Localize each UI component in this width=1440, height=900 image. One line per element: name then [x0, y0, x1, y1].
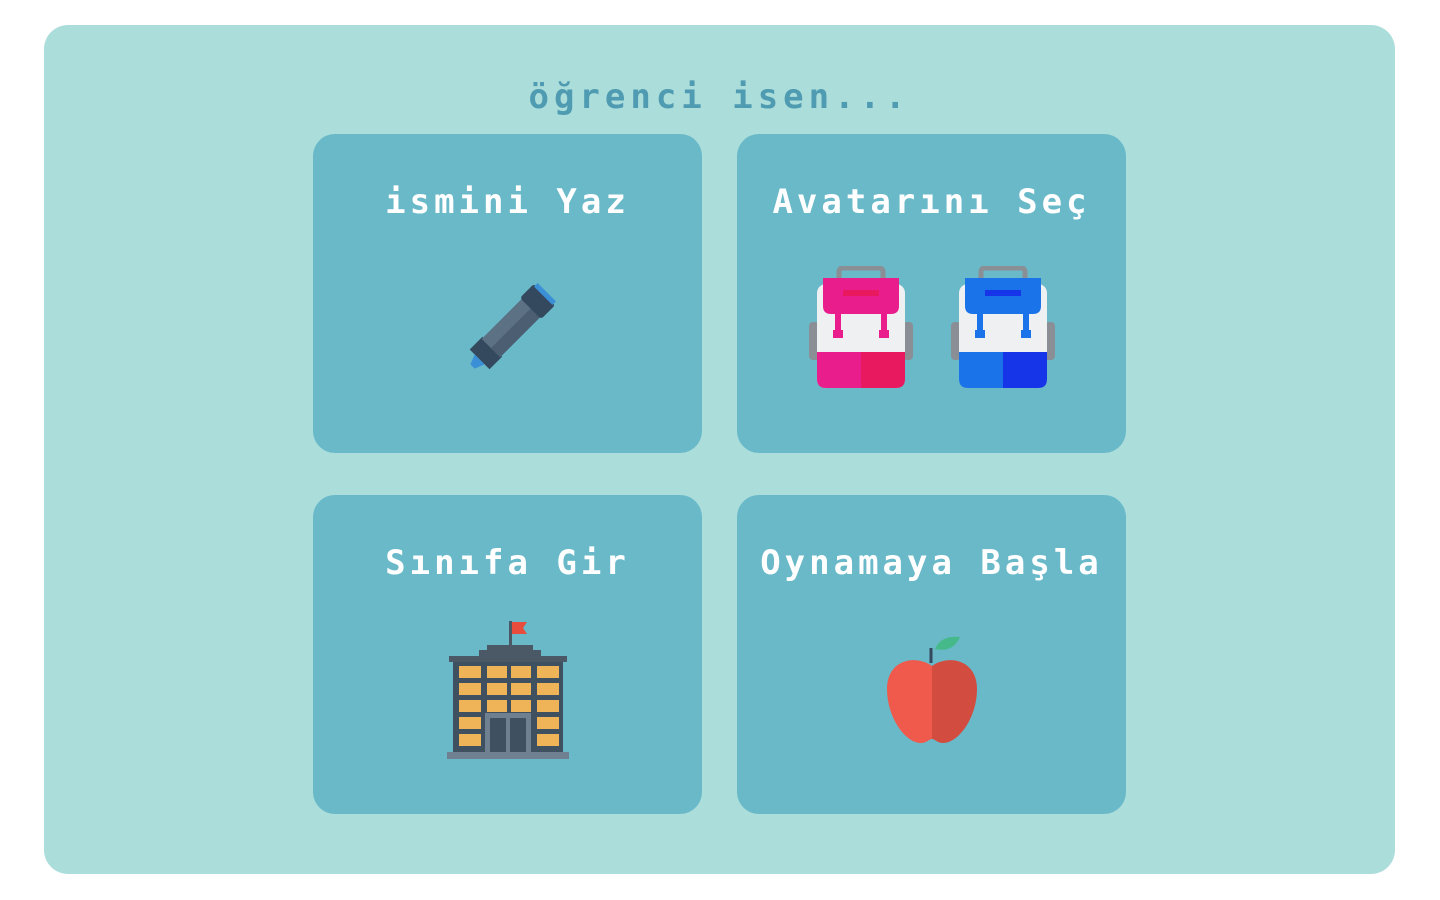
main-panel: öğrenci isen...	[44, 25, 1395, 874]
enter-class-label: Sınıfa Gir	[385, 543, 630, 583]
choose-avatar-card[interactable]: Avatarını Seç	[737, 134, 1126, 453]
page-title: öğrenci isen...	[528, 77, 911, 117]
apple-icon	[887, 636, 977, 743]
start-playing-label: Oynamaya Başla	[760, 543, 1103, 583]
enter-class-card[interactable]: Sınıfa Gir	[313, 495, 702, 814]
enter-name-card[interactable]: ismini Yaz	[313, 134, 702, 453]
choose-avatar-label: Avatarını Seç	[772, 182, 1091, 222]
enter-name-label: ismini Yaz	[385, 182, 630, 222]
school-building-icon	[447, 621, 569, 759]
blue-backpack-icon[interactable]	[949, 266, 1057, 392]
marker-pen-icon	[469, 283, 556, 370]
pink-backpack-icon[interactable]	[807, 266, 915, 392]
start-playing-card[interactable]: Oynamaya Başla	[737, 495, 1126, 814]
